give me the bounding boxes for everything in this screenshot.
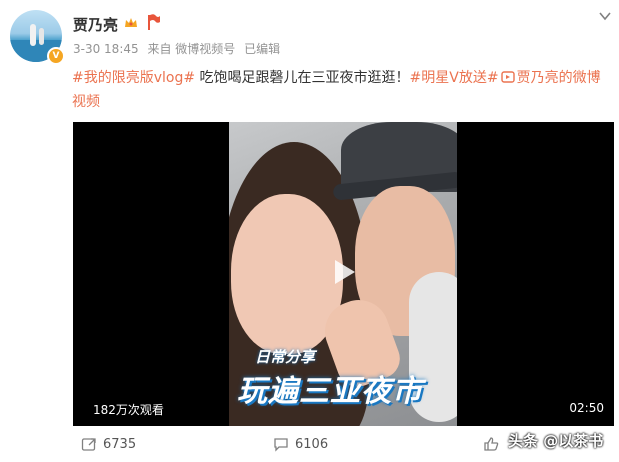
comment-icon [274, 438, 288, 452]
post-time[interactable]: 3-30 18:45 [73, 42, 139, 56]
video-duration: 02:50 [569, 401, 604, 415]
comment-count: 6106 [295, 436, 329, 452]
avatar-figure [39, 28, 44, 45]
video-subtitle-small: 日常分享 [255, 348, 316, 366]
watermark: 头条 @以茶书 [508, 432, 604, 450]
video-link-icon [500, 71, 515, 83]
share-icon [81, 438, 96, 451]
flag-icon [148, 14, 160, 30]
post-meta: 3-30 18:45 来自 微博视频号 已编辑 [73, 40, 285, 57]
verified-badge-icon: V [47, 47, 65, 65]
share-count: 6735 [103, 436, 137, 452]
post-text: #我的限亮版vlog# 吃饱喝足跟磬儿在三亚夜市逛逛！#明星V放送# 贾乃亮的微博… [72, 66, 612, 114]
post-body: 吃饱喝足跟磬儿在三亚夜市逛逛！ [195, 70, 410, 86]
video-player[interactable]: 日常分享 玩遍三亚夜市 182万次观看 02:50 [73, 122, 614, 426]
like-button[interactable] [483, 436, 505, 452]
avatar-figure [30, 24, 36, 46]
edited-label[interactable]: 已编辑 [244, 42, 280, 56]
crown-icon [125, 18, 137, 27]
view-count: 182万次观看 [93, 403, 164, 417]
play-icon[interactable] [325, 254, 361, 290]
post-source[interactable]: 来自 微博视频号 [147, 42, 235, 56]
comment-button[interactable]: 6106 [273, 436, 328, 452]
video-subtitle-big: 玩遍三亚夜市 [237, 374, 423, 409]
username[interactable]: 贾乃亮 [73, 14, 118, 35]
share-button[interactable]: 6735 [81, 436, 136, 452]
hashtag-link[interactable]: #明星V放送# [410, 70, 499, 86]
hashtag-link[interactable]: #我的限亮版vlog# [72, 70, 195, 86]
chevron-down-icon[interactable] [598, 10, 612, 22]
thumbs-up-icon [484, 437, 499, 451]
